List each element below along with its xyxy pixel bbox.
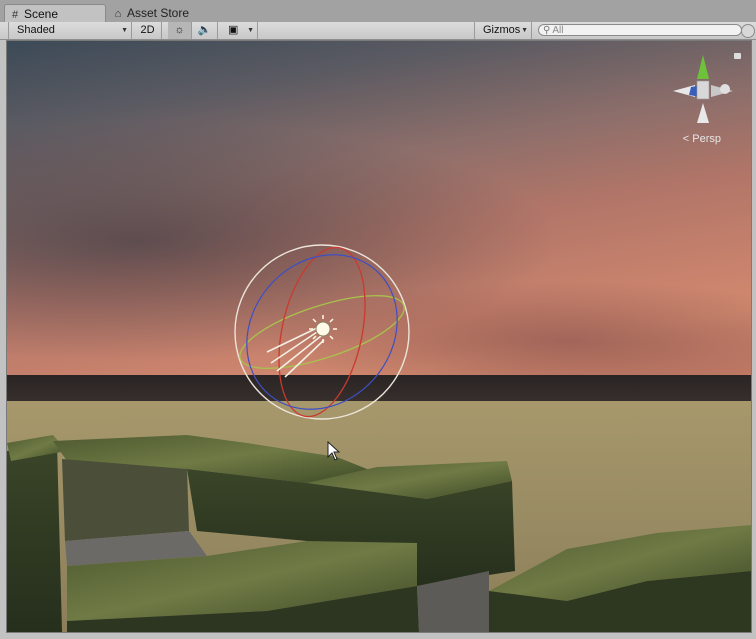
toggle-2d-button[interactable]: 2D — [134, 22, 162, 39]
clear-search-icon[interactable] — [741, 24, 755, 38]
projection-label: Persp — [692, 133, 721, 145]
image-icon: ▣ — [228, 24, 239, 36]
scene-lighting-button[interactable]: ☼ — [168, 22, 192, 39]
projection-toggle[interactable]: < Persp — [683, 133, 721, 145]
store-icon: ⌂ — [114, 8, 122, 20]
search-placeholder: All — [552, 25, 564, 36]
tab-scene[interactable]: # Scene — [4, 4, 106, 23]
sun-icon: ☼ — [174, 24, 185, 36]
dropdown-arrow-icon: ▼ — [247, 27, 254, 34]
draw-mode-label: Shaded — [17, 24, 55, 36]
maze-walls — [7, 435, 751, 632]
tab-scene-label: Scene — [24, 7, 59, 21]
dropdown-arrow-icon: ▼ — [521, 27, 528, 34]
draw-mode-dropdown[interactable]: Shaded ▼ — [8, 22, 132, 39]
search-icon: ⚲ — [543, 25, 551, 36]
lock-icon[interactable] — [734, 53, 741, 59]
wall-back-face — [62, 459, 189, 541]
orientation-gizmo[interactable] — [671, 53, 735, 125]
tab-asset-store-label: Asset Store — [127, 6, 190, 20]
scene-audio-button[interactable]: 🔈 — [192, 22, 218, 39]
tab-asset-store[interactable]: ⌂ Asset Store — [108, 4, 197, 22]
scene-effects-dropdown[interactable]: ▣ ▼ — [222, 22, 258, 39]
gizmos-label: Gizmos — [483, 24, 521, 36]
scene-search-input[interactable]: ⚲ All — [538, 24, 755, 38]
scene-viewport[interactable]: < Persp — [6, 40, 752, 633]
toggle-2d-label: 2D — [140, 24, 155, 36]
tab-strip: # Scene ⌂ Asset Store — [0, 0, 756, 23]
directional-light-gizmo[interactable] — [227, 237, 417, 427]
mouse-cursor-icon — [327, 441, 341, 461]
wall-left-side — [7, 443, 62, 632]
scene-toolbar: Shaded ▼ 2D ☼ 🔈 ▣ ▼ Gizmos ▼ ⚲ All — [0, 22, 756, 40]
speaker-icon: 🔈 — [197, 24, 212, 36]
dropdown-arrow-icon: ▼ — [121, 27, 128, 34]
gizmos-dropdown[interactable]: Gizmos ▼ — [474, 22, 532, 39]
persp-icon: < — [682, 133, 690, 145]
